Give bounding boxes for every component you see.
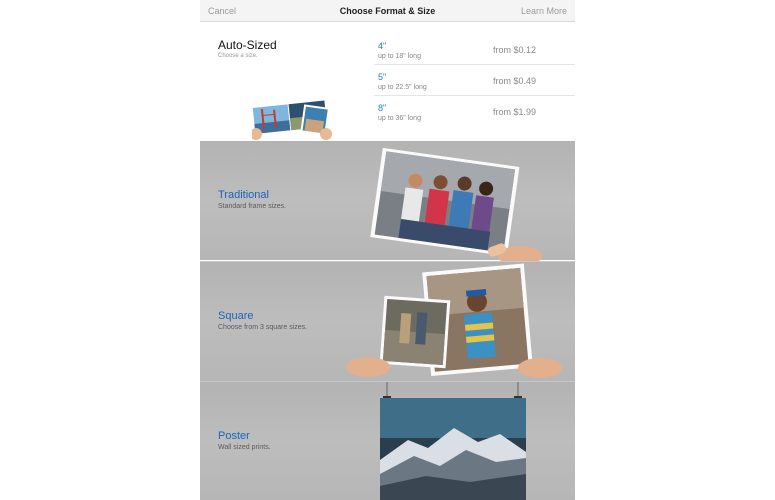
size-option-4[interactable]: 4" up to 18" long from $0.12 (374, 34, 575, 65)
size-length: up to 22.5" long (378, 84, 427, 91)
format-subtitle: Standard frame sizes. (218, 203, 287, 210)
format-poster[interactable]: Poster Wall sized prints. (200, 381, 575, 500)
size-option-5[interactable]: 5" up to 22.5" long from $0.49 (374, 65, 575, 96)
square-photo-image (346, 263, 562, 378)
size-inch: 5" (378, 72, 387, 82)
format-subtitle: Wall sized prints. (218, 444, 271, 451)
auto-sized-subtitle: Choose a size. (218, 53, 258, 59)
nav-bar: Cancel Choose Format & Size Learn More (200, 0, 575, 22)
auto-sized-section: Auto-Sized Choose a size. 4" up to 18" l… (200, 22, 575, 141)
size-price: from $1.99 (493, 107, 537, 117)
format-size-sheet: Cancel Choose Format & Size Learn More A… (200, 0, 575, 500)
format-title: Square (218, 310, 254, 322)
size-inch: 8" (378, 103, 387, 113)
size-option-8[interactable]: 8" up to 36" long from $1.99 (374, 96, 575, 127)
format-title: Poster (218, 430, 250, 442)
traditional-photo-image (370, 147, 542, 261)
format-square[interactable]: Square Choose from 3 square sizes. (200, 261, 575, 381)
page-title: Choose Format & Size (339, 5, 436, 16)
auto-sized-photo-image (252, 98, 332, 140)
size-inch: 4" (378, 41, 387, 51)
format-title: Traditional (218, 189, 269, 201)
size-price: from $0.12 (493, 45, 537, 55)
format-subtitle: Choose from 3 square sizes. (218, 324, 308, 331)
cancel-button[interactable]: Cancel (208, 6, 236, 16)
learn-more-button[interactable]: Learn More (521, 6, 567, 16)
size-length: up to 18" long (378, 53, 421, 60)
poster-photo-image (380, 382, 526, 500)
format-traditional[interactable]: Traditional Standard frame sizes. (200, 141, 575, 261)
size-length: up to 36" long (378, 115, 421, 122)
auto-sized-title: Auto-Sized (218, 38, 277, 52)
size-price: from $0.49 (493, 76, 537, 86)
